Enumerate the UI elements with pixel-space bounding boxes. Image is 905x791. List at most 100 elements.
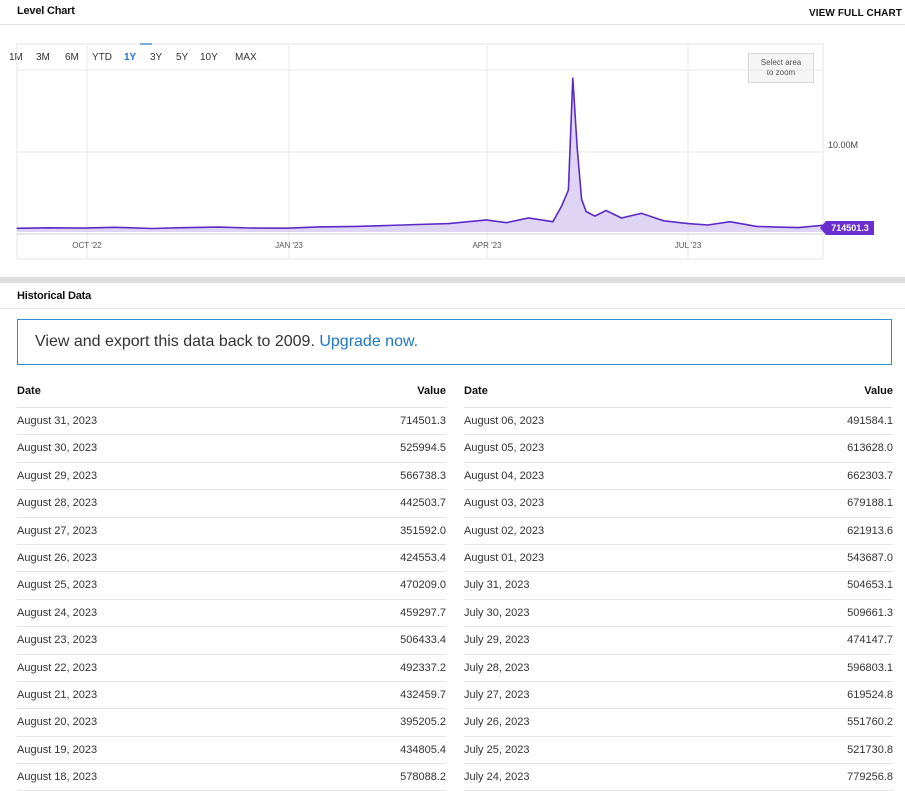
data-point-31: [729, 221, 731, 223]
row-value: 470209.0: [400, 579, 446, 592]
data-point-34: [798, 227, 800, 229]
row-value: 662303.7: [847, 469, 893, 482]
last-value-tag: 714501.3: [820, 221, 874, 235]
row-value: 714501.3: [400, 415, 446, 427]
data-point-4: [151, 227, 153, 230]
upgrade-banner-text: View and export this data back to 2009. …: [35, 333, 418, 351]
value-column-header: Value: [417, 385, 446, 397]
table-row: August 02, 2023 621913.6: [464, 518, 893, 545]
row-value: 432459.7: [400, 688, 446, 701]
table-row: August 21, 2023 432459.7: [17, 682, 446, 710]
upgrade-now-link[interactable]: Upgrade now.: [319, 333, 418, 350]
x-tick-oct-22: OCT '22: [72, 241, 102, 250]
row-value: 596803.1: [847, 661, 893, 674]
x-tick-apr-23: APR '23: [472, 241, 502, 250]
row-date: August 30, 2023: [17, 442, 98, 455]
data-point-13: [448, 223, 450, 225]
row-value: 679188.1: [847, 497, 893, 510]
row-value: 474147.7: [847, 634, 893, 647]
data-point-20: [572, 77, 574, 79]
row-value: 424553.4: [400, 551, 446, 564]
date-column-header: Date: [464, 385, 488, 397]
data-point-29: [687, 223, 689, 225]
row-date: August 23, 2023: [17, 634, 98, 647]
upgrade-banner: View and export this data back to 2009. …: [17, 319, 892, 365]
data-point-28: [662, 220, 665, 222]
table-row: August 01, 2023 543687.0: [464, 545, 893, 573]
history-table-left: Date Value August 31, 2023 714501.3 August…: [17, 380, 446, 791]
row-date: August 28, 2023: [17, 497, 98, 510]
table-row: July 31, 2023 504653.1: [464, 572, 893, 600]
data-point-32: [755, 225, 758, 227]
data-point-23: [585, 210, 587, 213]
row-value: 459297.7: [400, 606, 446, 619]
row-date: August 03, 2023: [464, 497, 545, 510]
row-value: 779256.8: [847, 771, 893, 784]
row-value: 491584.1: [847, 415, 893, 427]
historical-divider: [0, 308, 905, 309]
row-value: 525994.5: [400, 442, 446, 455]
level-chart[interactable]: [0, 0, 905, 265]
row-date: August 01, 2023: [464, 551, 545, 564]
data-point-0: [16, 227, 18, 229]
data-point-26: [620, 217, 623, 219]
row-date: August 06, 2023: [464, 415, 545, 427]
row-date: August 22, 2023: [17, 661, 98, 674]
row-date: July 31, 2023: [464, 579, 530, 592]
table-header: Date Value: [464, 380, 893, 408]
table-row: August 24, 2023 459297.7: [17, 600, 446, 628]
row-date: August 29, 2023: [17, 469, 98, 482]
y-tick-label: 10.00M: [828, 140, 859, 150]
data-point-1: [47, 227, 49, 229]
row-date: July 26, 2023: [464, 716, 530, 729]
data-point-22: [581, 198, 583, 200]
table-row: July 27, 2023 619524.8: [464, 682, 893, 710]
x-tick-jan-23: JAN '23: [275, 241, 303, 250]
data-point-15: [505, 222, 507, 224]
data-point-17: [552, 221, 554, 223]
row-value: 395205.2: [400, 716, 446, 729]
row-date: August 02, 2023: [464, 524, 545, 537]
table-row: August 28, 2023 442503.7: [17, 490, 446, 518]
upgrade-message: View and export this data back to 2009.: [35, 333, 315, 350]
row-date: August 20, 2023: [17, 716, 98, 729]
series-line: [16, 77, 824, 230]
row-value: 621913.6: [847, 524, 893, 537]
table-row: August 25, 2023 470209.0: [17, 572, 446, 600]
data-point-18: [561, 205, 563, 207]
table-row: August 19, 2023 434805.4: [17, 737, 446, 765]
table-row: July 26, 2023 551760.2: [464, 709, 893, 737]
row-date: August 24, 2023: [17, 606, 98, 619]
row-date: July 30, 2023: [464, 606, 530, 619]
table-row: July 28, 2023 596803.1: [464, 655, 893, 682]
table-row: July 25, 2023 521730.8: [464, 737, 893, 765]
row-date: August 26, 2023: [17, 551, 98, 564]
row-value: 434805.4: [400, 743, 446, 756]
data-point-16: [527, 217, 530, 219]
row-date: August 19, 2023: [17, 743, 98, 756]
row-date: August 27, 2023: [17, 524, 98, 537]
data-point-33: [775, 226, 778, 228]
row-date: July 28, 2023: [464, 661, 530, 674]
series-area: [17, 78, 823, 232]
row-value: 543687.0: [847, 551, 893, 564]
data-point-19: [567, 189, 569, 191]
row-value: 551760.2: [847, 716, 893, 729]
data-point-3: [113, 226, 116, 228]
row-date: August 18, 2023: [17, 771, 98, 784]
data-point-14: [485, 219, 488, 221]
table-row: August 23, 2023 506433.4: [17, 627, 446, 655]
row-date: July 24, 2023: [464, 771, 530, 784]
row-date: August 25, 2023: [17, 579, 98, 592]
section-separator: [0, 277, 905, 283]
history-table-right: Date Value August 06, 2023 491584.1 August…: [464, 380, 893, 791]
data-point-24: [594, 215, 596, 217]
historical-data-title: Historical Data: [17, 290, 92, 302]
row-date: August 31, 2023: [17, 415, 98, 427]
row-date: July 25, 2023: [464, 743, 530, 756]
value-column-header: Value: [864, 385, 893, 397]
table-row: July 24, 2023 779256.8: [464, 764, 893, 791]
row-value: 442503.7: [400, 497, 446, 510]
data-point-12: [417, 223, 419, 226]
row-date: July 27, 2023: [464, 688, 530, 701]
